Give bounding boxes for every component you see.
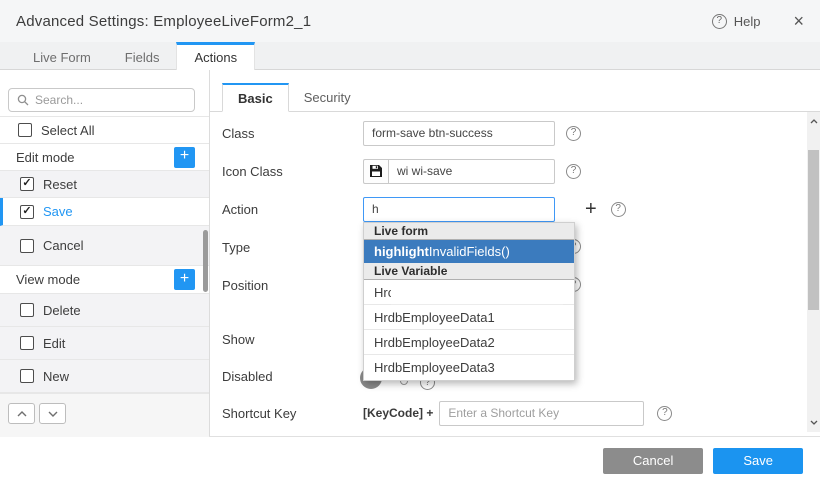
chevron-down-icon (48, 411, 58, 417)
save-checkbox[interactable]: ✓ (20, 205, 34, 219)
shortcut-key-help-icon[interactable]: ? (657, 406, 672, 421)
action-settings-panel: Basic Security Class ? Icon Class ? (210, 70, 820, 436)
new-label: New (43, 369, 69, 384)
sub-tabbar: Basic Security (210, 83, 820, 112)
add-action-icon[interactable]: + (585, 199, 597, 219)
new-checkbox[interactable] (20, 369, 34, 383)
rest-text: InvalidFields() (429, 244, 510, 259)
dropdown-item-highlightinvalidfields[interactable]: highlightInvalidFields() (364, 240, 574, 263)
sidebar-item-save[interactable]: ✓ Save (0, 198, 209, 226)
shortcut-key-input[interactable] (439, 401, 644, 426)
sidebar-item-edit[interactable]: Edit (0, 327, 209, 360)
cancel-checkbox[interactable] (20, 239, 34, 253)
match-text: highlight (374, 244, 429, 259)
main-tabbar: Live Form Fields Actions (0, 42, 820, 70)
dropdown-item-hrdb2[interactable]: HrdbEmployeeData2 (364, 330, 574, 355)
close-icon[interactable]: × (793, 12, 804, 30)
dropdown-group-live-form: Live form (364, 223, 574, 240)
dropdown-group-live-variable: Live Variable (364, 263, 574, 280)
group-edit-mode: Edit mode + (0, 144, 209, 171)
shortcut-key-label: Shortcut Key (210, 406, 363, 421)
class-help-icon[interactable]: ? (566, 126, 581, 141)
save-label: Save (43, 204, 73, 219)
sidebar-footer (0, 393, 209, 437)
edit-checkbox[interactable] (20, 336, 34, 350)
dialog-title: Advanced Settings: EmployeeLiveForm2_1 (16, 13, 311, 30)
action-row: Action + ? (210, 196, 800, 222)
select-all-checkbox[interactable] (18, 123, 32, 137)
action-help-icon[interactable]: ? (611, 202, 626, 217)
group-view-mode-label: View mode (16, 272, 80, 287)
sidebar-item-cancel[interactable]: Cancel (0, 226, 209, 266)
content-scrollbar-thumb[interactable] (808, 150, 819, 310)
move-down-button[interactable] (39, 403, 66, 424)
move-up-button[interactable] (8, 403, 35, 424)
search-icon (17, 94, 29, 106)
group-view-mode: View mode + (0, 266, 209, 294)
scroll-up-icon[interactable] (807, 114, 820, 129)
icon-class-label: Icon Class (210, 164, 363, 179)
content-scrollbar[interactable] (807, 112, 820, 432)
tab-actions[interactable]: Actions (176, 42, 255, 70)
delete-checkbox[interactable] (20, 303, 34, 317)
dropdown-item-hrdb3[interactable]: HrdbEmployeeData3 (364, 355, 574, 380)
sidebar-scrollbar-thumb[interactable] (203, 230, 208, 292)
dropdown-item-hrdb1[interactable]: HrdbEmployeeData1 (364, 305, 574, 330)
show-label: Show (210, 332, 363, 347)
select-all-label: Select All (41, 123, 94, 138)
select-all-row[interactable]: Select All (0, 116, 209, 144)
disabled-label: Disabled (210, 369, 363, 384)
class-input[interactable] (363, 121, 555, 146)
cancel-label: Cancel (43, 238, 83, 253)
save-button[interactable]: Save (713, 448, 803, 474)
floating-white-overlay (391, 280, 563, 305)
check-icon: ✓ (22, 178, 31, 189)
plus-icon: + (180, 271, 189, 287)
add-edit-action-button[interactable]: + (174, 147, 195, 168)
scroll-down-icon[interactable] (807, 415, 820, 430)
delete-label: Delete (43, 303, 81, 318)
help-icon[interactable]: ? (712, 14, 727, 29)
position-label: Position (210, 278, 363, 293)
reset-label: Reset (43, 177, 77, 192)
save-floppy-icon (363, 159, 388, 184)
advanced-settings-dialog: Advanced Settings: EmployeeLiveForm2_1 ?… (0, 0, 820, 485)
sidebar-item-delete[interactable]: Delete (0, 294, 209, 327)
add-view-action-button[interactable]: + (174, 269, 195, 290)
plus-icon: + (180, 148, 189, 164)
search-box[interactable] (8, 88, 195, 112)
dialog-header: Advanced Settings: EmployeeLiveForm2_1 ?… (0, 0, 820, 42)
class-label: Class (210, 126, 363, 141)
shortcut-key-row: Shortcut Key [KeyCode] + ? (210, 400, 800, 426)
help-link[interactable]: Help (734, 14, 761, 29)
type-label: Type (210, 240, 363, 255)
icon-class-row: Icon Class ? (210, 158, 800, 184)
class-row: Class ? (210, 120, 800, 146)
cancel-button[interactable]: Cancel (603, 448, 703, 474)
check-icon: ✓ (22, 206, 31, 217)
tab-fields[interactable]: Fields (108, 42, 177, 69)
tab-basic[interactable]: Basic (222, 83, 289, 112)
chevron-up-icon (17, 411, 27, 417)
sidebar-item-new[interactable]: New (0, 360, 209, 393)
action-input[interactable] (363, 197, 555, 222)
tab-live-form[interactable]: Live Form (16, 42, 108, 69)
search-input[interactable] (35, 93, 186, 107)
icon-class-help-icon[interactable]: ? (566, 164, 581, 179)
actions-sidebar: Select All Edit mode + ✓ Reset ✓ Save Ca… (0, 70, 210, 436)
dialog-footer: Cancel Save (0, 437, 820, 484)
action-label: Action (210, 202, 363, 217)
keycode-prefix: [KeyCode] + (363, 406, 433, 420)
basic-form: Class ? Icon Class ? Action + ? (210, 112, 820, 436)
sidebar-item-reset[interactable]: ✓ Reset (0, 171, 209, 198)
group-edit-mode-label: Edit mode (16, 150, 75, 165)
reset-checkbox[interactable]: ✓ (20, 177, 34, 191)
tab-security[interactable]: Security (289, 83, 366, 111)
edit-label: Edit (43, 336, 65, 351)
action-suggestions-dropdown: Live form highlightInvalidFields() Live … (363, 222, 575, 381)
icon-class-input[interactable] (388, 159, 555, 184)
